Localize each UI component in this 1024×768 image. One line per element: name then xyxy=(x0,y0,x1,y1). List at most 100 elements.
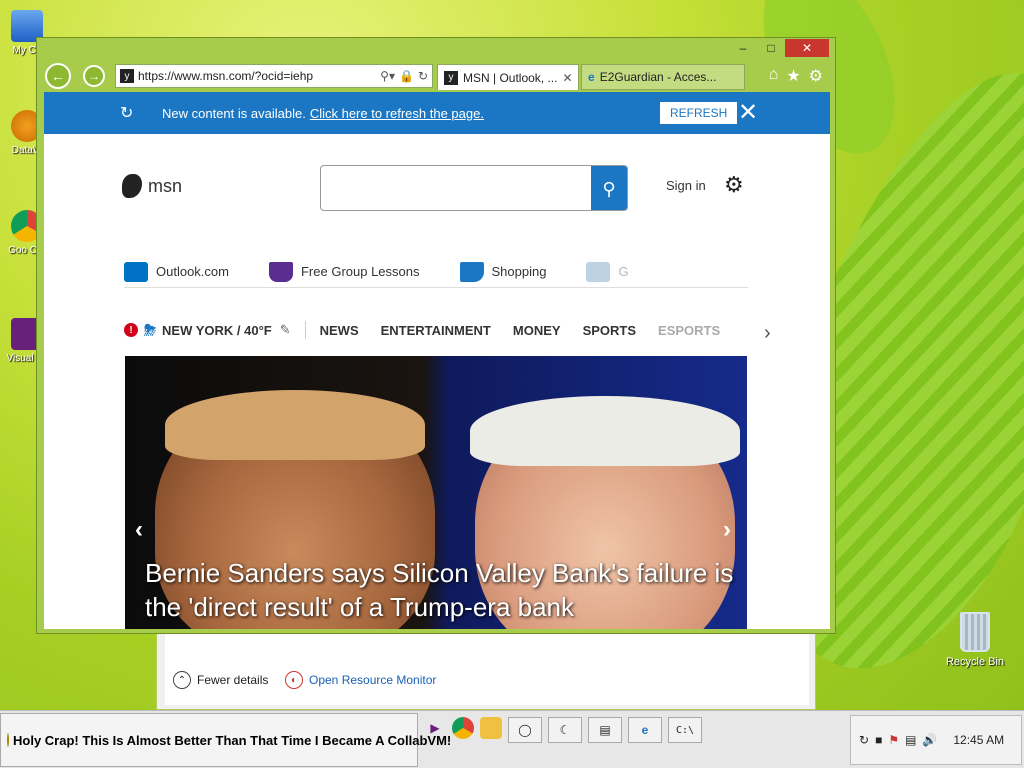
tray-sync-icon[interactable]: ↻ xyxy=(859,733,869,747)
hero-headline[interactable]: Bernie Sanders says Silicon Valley Bank'… xyxy=(145,556,735,624)
recycle-bin-label: Recycle Bin xyxy=(945,656,1005,668)
tray-network-icon[interactable]: ▤ xyxy=(905,733,916,747)
graduation-cap-icon xyxy=(268,261,293,282)
hero-image-left-hair xyxy=(165,390,425,460)
visual-studio-icon[interactable]: ▶ xyxy=(424,717,446,739)
search-box: ⚲ xyxy=(320,165,628,211)
task-manager-window: ⌃ Fewer details ◐ Open Resource Monitor xyxy=(156,628,816,710)
tray-flag-icon[interactable]: ⚑ xyxy=(888,733,899,747)
ie-window: – □ ✕ ← → y https://www.msn.com/?ocid=ie… xyxy=(36,37,836,634)
tab-label: MSN | Outlook, ... xyxy=(463,70,558,85)
close-tab-icon[interactable]: ✕ xyxy=(562,71,572,85)
taskbar-window-cmd[interactable]: C:\ xyxy=(668,717,702,743)
taskbar-window-task-manager[interactable]: ▤ xyxy=(588,717,622,743)
resource-monitor-icon: ◐ xyxy=(285,671,303,689)
taskbar-window-globe[interactable]: ☾ xyxy=(548,717,582,743)
search-button[interactable]: ⚲ xyxy=(591,166,627,210)
outlook-icon xyxy=(124,261,148,282)
favorites-star-icon[interactable]: ★ xyxy=(786,66,800,86)
quick-link-shopping[interactable]: Shopping xyxy=(459,261,547,282)
address-tools: ⚲▾ 🔒 ↻ xyxy=(380,69,428,83)
hero-image-right-hair xyxy=(470,396,740,466)
tab-msn[interactable]: y MSN | Outlook, ... ✕ xyxy=(437,64,579,90)
open-resource-monitor-label: Open Resource Monitor xyxy=(309,673,437,687)
clock[interactable]: 12:45 AM xyxy=(953,733,1004,747)
close-icon[interactable]: ✕ xyxy=(738,98,758,127)
ie-toolbar: ⌂ ★ ⚙ xyxy=(769,66,823,86)
window-controls: – □ ✕ xyxy=(729,39,829,57)
quick-link-outlook[interactable]: Outlook.com xyxy=(124,261,229,282)
chrome-icon[interactable] xyxy=(452,717,474,739)
taskbar-window-ie[interactable]: e xyxy=(628,717,662,743)
hero-carousel[interactable]: ‹ › Bernie Sanders says Silicon Valley B… xyxy=(125,356,747,629)
notification-text: New content is available. xyxy=(162,105,306,121)
refresh-button[interactable]: REFRESH xyxy=(660,102,738,124)
fewer-details-label: Fewer details xyxy=(197,673,269,687)
close-window-button[interactable]: ✕ xyxy=(785,39,829,57)
tray-stop-icon[interactable]: ■ xyxy=(875,733,882,747)
edit-pencil-icon[interactable]: ✎ xyxy=(280,322,291,338)
gear-icon[interactable]: ⚙ xyxy=(809,66,823,86)
ie-navigation-bar: ← → y https://www.msn.com/?ocid=iehp ⚲▾ … xyxy=(43,60,829,90)
task-manager-body xyxy=(165,629,809,705)
taskbar-icons: ▶ ◯ ☾ ▤ e C:\ xyxy=(424,717,702,743)
msn-favicon: y xyxy=(444,70,458,85)
shopping-cart-icon xyxy=(459,261,484,282)
quick-links-bar: Outlook.com Free Group Lessons Shopping … xyxy=(124,256,748,288)
start-label: Holy Crap! This Is Almost Better Than Th… xyxy=(13,732,452,748)
address-url: https://www.msn.com/?ocid=iehp xyxy=(138,69,314,83)
msn-butterfly-icon xyxy=(122,174,142,198)
nav-esports[interactable]: ESPORTS xyxy=(658,323,720,338)
open-resource-monitor-link[interactable]: ◐ Open Resource Monitor xyxy=(285,671,436,689)
tab-e2guardian[interactable]: e E2Guardian - Acces... xyxy=(581,64,745,90)
taskbar: Holy Crap! This Is Almost Better Than Th… xyxy=(0,710,1024,768)
quick-link-games[interactable]: G xyxy=(586,261,629,282)
nav-money[interactable]: MONEY xyxy=(513,323,561,338)
desktop-icon-recycle-bin[interactable]: Recycle Bin xyxy=(944,612,1006,668)
search-dropdown-icon[interactable]: ⚲▾ xyxy=(380,69,395,83)
folder-icon[interactable] xyxy=(480,717,502,739)
carousel-prev-icon[interactable]: ‹ xyxy=(135,516,143,544)
address-bar[interactable]: y https://www.msn.com/?ocid=iehp ⚲▾ 🔒 ↻ xyxy=(115,64,433,88)
nav-divider xyxy=(304,321,306,339)
nav-sports[interactable]: SPORTS xyxy=(583,323,636,338)
start-button[interactable]: Holy Crap! This Is Almost Better Than Th… xyxy=(0,713,451,767)
quick-link-label: Outlook.com xyxy=(156,264,229,279)
quick-link-group-lessons[interactable]: Free Group Lessons xyxy=(268,261,420,282)
forward-button[interactable]: → xyxy=(83,65,105,87)
search-input[interactable] xyxy=(331,176,581,200)
msn-favicon: y xyxy=(120,69,134,83)
weather-location[interactable]: NEW YORK / 40°F xyxy=(162,323,272,338)
nav-news[interactable]: NEWS xyxy=(320,323,359,338)
quick-link-label: Free Group Lessons xyxy=(300,264,420,279)
rain-icon: ⛈ xyxy=(144,321,157,339)
back-button[interactable]: ← xyxy=(45,63,71,89)
quick-link-label: Shopping xyxy=(491,264,547,279)
nav-chevron-right-icon[interactable]: › xyxy=(764,322,771,345)
search-icon: ⚲ xyxy=(602,178,616,199)
settings-gear-icon[interactable]: ⚙ xyxy=(724,172,744,198)
minimize-button[interactable]: – xyxy=(729,39,757,57)
tab-label: E2Guardian - Acces... xyxy=(599,70,717,84)
car-icon xyxy=(586,261,611,282)
sign-in-link[interactable]: Sign in xyxy=(666,178,706,193)
nav-entertainment[interactable]: ENTERTAINMENT xyxy=(381,323,491,338)
tray-volume-icon[interactable]: 🔊 xyxy=(922,733,937,747)
msn-logo[interactable]: msn xyxy=(122,174,182,198)
fewer-details-button[interactable]: ⌃ Fewer details xyxy=(173,671,268,689)
refresh-page-link[interactable]: Click here to refresh the page. xyxy=(310,106,484,121)
weather-alert-icon[interactable]: ! xyxy=(124,323,138,337)
taskbar-window-1[interactable]: ◯ xyxy=(508,717,542,743)
page-content: ↻ New content is available. Click here t… xyxy=(44,92,830,629)
home-icon[interactable]: ⌂ xyxy=(769,66,779,86)
quick-link-label: G xyxy=(618,264,629,279)
category-nav: ! ⛈ NEW YORK / 40°F ✎ NEWS ENTERTAINMENT… xyxy=(124,318,754,342)
carousel-next-icon[interactable]: › xyxy=(723,516,731,544)
system-tray: ↻ ■ ⚑ ▤ 🔊 12:45 AM xyxy=(850,715,1022,765)
refresh-icon: ↻ xyxy=(120,105,134,122)
refresh-icon[interactable]: ↻ xyxy=(418,69,428,83)
chevron-up-icon: ⌃ xyxy=(173,671,191,689)
maximize-button[interactable]: □ xyxy=(757,39,785,57)
lock-icon[interactable]: 🔒 xyxy=(399,69,414,83)
msn-logo-text: msn xyxy=(148,175,183,196)
